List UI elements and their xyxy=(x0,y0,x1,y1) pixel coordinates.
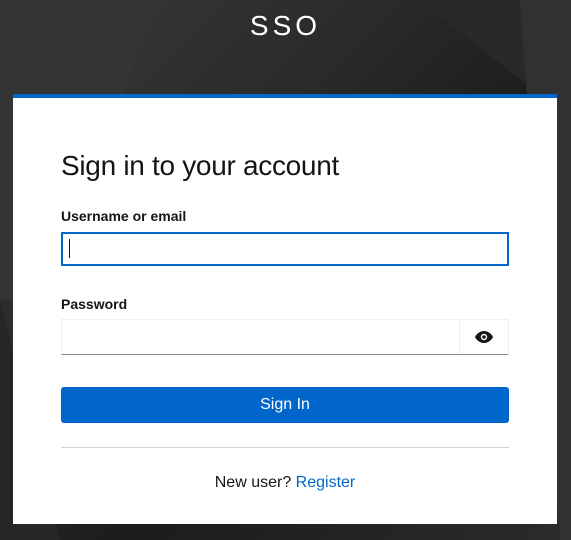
password-label: Password xyxy=(61,296,128,312)
sign-in-button[interactable]: Sign In xyxy=(61,387,509,423)
username-label: Username or email xyxy=(61,208,187,224)
register-row: New user? Register xyxy=(61,474,509,492)
text-caret xyxy=(69,239,70,258)
page-title: Sign in to your account xyxy=(61,150,339,181)
register-prompt: New user? xyxy=(214,474,292,491)
username-input[interactable] xyxy=(61,232,509,266)
show-password-button[interactable] xyxy=(459,320,508,354)
register-link[interactable]: Register xyxy=(296,474,356,491)
password-field-group xyxy=(61,319,509,355)
password-input[interactable] xyxy=(62,320,459,354)
login-card: Sign in to your account Username or emai… xyxy=(13,94,557,524)
divider xyxy=(61,447,509,448)
eye-icon xyxy=(475,331,493,343)
sso-brand-title: SSO xyxy=(249,10,322,41)
